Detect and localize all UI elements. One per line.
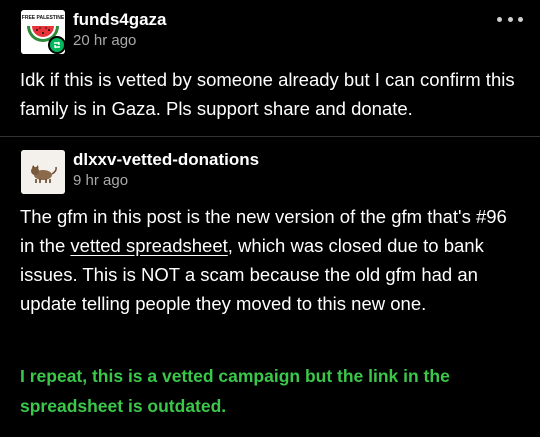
avatar[interactable]	[21, 150, 65, 194]
post-dlxxv-vetted-donations: dlxxv-vetted-donations 9 hr ago The gfm …	[0, 137, 540, 437]
avatar-caption: FREE PALESTINE	[22, 15, 65, 21]
timestamp[interactable]: 9 hr ago	[73, 172, 128, 190]
username[interactable]: funds4gaza	[73, 10, 167, 30]
post-body: The gfm in this post is the new version …	[20, 202, 526, 318]
highlighted-note: I repeat, this is a vetted campaign but …	[20, 366, 450, 416]
more-options-icon	[497, 16, 502, 22]
username[interactable]: dlxxv-vetted-donations	[73, 150, 259, 170]
more-options-icon	[518, 16, 523, 22]
more-options-button[interactable]	[497, 12, 523, 26]
post-funds4gaza: FREE PALESTINE funds4gaza 20 hr ago Idk …	[0, 0, 540, 137]
post-body: Idk if this is vetted by someone already…	[20, 69, 515, 119]
cat-avatar-icon	[21, 150, 65, 194]
timestamp[interactable]: 20 hr ago	[73, 32, 136, 50]
reblog-icon	[48, 36, 66, 54]
more-options-icon	[507, 16, 513, 22]
vetted-spreadsheet-link[interactable]: vetted spreadsheet	[70, 235, 227, 256]
